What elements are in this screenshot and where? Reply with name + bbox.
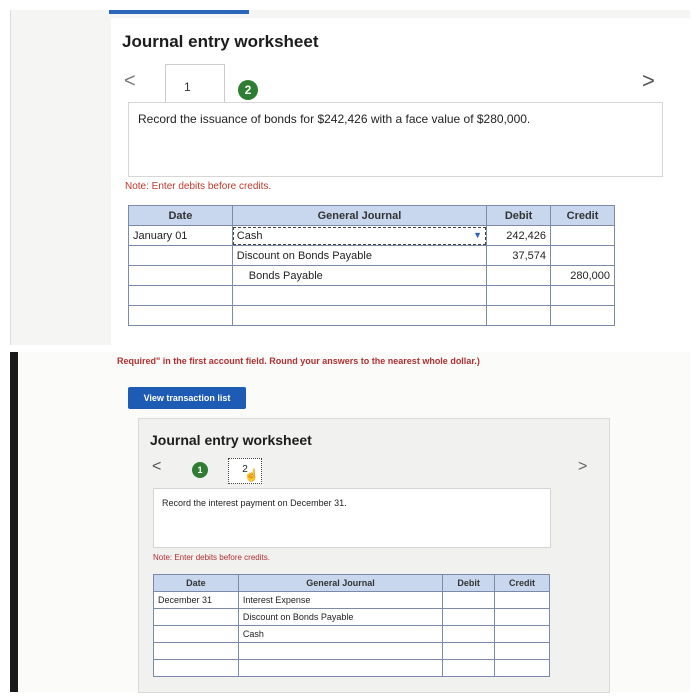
journal-table: Date General Journal Debit Credit Januar…: [128, 205, 615, 326]
account-select[interactable]: [231, 305, 488, 326]
top-accent-bar: [109, 10, 249, 14]
date-cell[interactable]: [128, 265, 233, 286]
header-debit: Debit: [442, 574, 496, 592]
date-cell[interactable]: December 31: [153, 591, 239, 609]
date-cell[interactable]: [153, 625, 239, 643]
instruction-text-2: Record the interest payment on December …: [162, 498, 347, 508]
tab-1-completed[interactable]: 1: [192, 462, 208, 478]
table-row: Discount on Bonds Payable: [153, 608, 550, 626]
date-cell[interactable]: [153, 642, 239, 660]
credit-field[interactable]: [494, 659, 550, 677]
view-transaction-list-button[interactable]: View transaction list: [128, 387, 246, 409]
journal-table-2: Date General Journal Debit Credit Decemb…: [153, 574, 550, 677]
chevron-right-icon[interactable]: >: [578, 458, 587, 476]
chevron-left-icon[interactable]: <: [124, 70, 136, 93]
entry-note-2: Note: Enter debits before credits.: [153, 553, 270, 562]
entry-note: Note: Enter debits before credits.: [125, 181, 272, 192]
header-date: Date: [128, 205, 233, 226]
header-credit: Credit: [550, 205, 615, 226]
header-general-journal: General Journal: [237, 574, 444, 592]
date-cell[interactable]: January 01: [128, 225, 233, 246]
header-date: Date: [153, 574, 239, 592]
debit-field[interactable]: [442, 642, 496, 660]
header-credit: Credit: [494, 574, 550, 592]
account-select[interactable]: Discount on Bonds Payable: [231, 245, 488, 266]
dropdown-arrow-icon[interactable]: ▼: [473, 230, 482, 240]
account-select[interactable]: Cash ▼: [231, 225, 488, 246]
debit-field[interactable]: [486, 305, 552, 326]
header-general-journal: General Journal: [231, 205, 488, 226]
credit-field[interactable]: 280,000: [550, 265, 615, 286]
debit-field[interactable]: [486, 265, 552, 286]
table-row: Bonds Payable 280,000: [128, 265, 615, 286]
account-select[interactable]: Cash: [237, 625, 444, 643]
date-cell[interactable]: [128, 245, 233, 266]
account-select[interactable]: Interest Expense: [237, 591, 444, 609]
chevron-left-icon[interactable]: <: [152, 458, 161, 476]
debit-field[interactable]: [486, 285, 552, 306]
credit-field[interactable]: [494, 591, 550, 609]
table-row: [153, 642, 550, 660]
table-row: December 31 Interest Expense: [153, 591, 550, 609]
table-row: [128, 305, 615, 326]
instruction-text: Record the issuance of bonds for $242,42…: [138, 112, 531, 126]
date-cell[interactable]: [153, 659, 239, 677]
credit-field[interactable]: [550, 305, 615, 326]
debit-field[interactable]: 37,574: [486, 245, 552, 266]
tab-1[interactable]: 1: [184, 80, 191, 94]
credit-field[interactable]: [494, 625, 550, 643]
account-select[interactable]: [231, 285, 488, 306]
instruction-box-2: [153, 488, 551, 548]
account-select[interactable]: Discount on Bonds Payable: [237, 608, 444, 626]
table-header-row: Date General Journal Debit Credit: [128, 205, 615, 226]
account-select[interactable]: [237, 659, 444, 677]
required-note: Required" in the first account field. Ro…: [117, 356, 480, 366]
debit-field[interactable]: [442, 625, 496, 643]
debit-field[interactable]: 242,426: [486, 225, 552, 246]
chevron-right-icon[interactable]: >: [642, 68, 655, 94]
credit-field[interactable]: [494, 642, 550, 660]
table-row: [153, 659, 550, 677]
table-row: Cash: [153, 625, 550, 643]
account-select[interactable]: Bonds Payable: [231, 265, 488, 286]
table-row: Discount on Bonds Payable 37,574: [128, 245, 615, 266]
credit-field[interactable]: [494, 608, 550, 626]
credit-field[interactable]: [550, 285, 615, 306]
account-value: Cash: [236, 229, 263, 242]
credit-field[interactable]: [550, 225, 615, 246]
date-cell[interactable]: [128, 305, 233, 326]
debit-field[interactable]: [442, 591, 496, 609]
pointer-hand-icon: ☝: [244, 468, 259, 482]
table-header-row: Date General Journal Debit Credit: [153, 574, 550, 592]
date-cell[interactable]: [153, 608, 239, 626]
header-debit: Debit: [486, 205, 552, 226]
worksheet-title: Journal entry worksheet: [122, 32, 319, 51]
table-row: January 01 Cash ▼ 242,426: [128, 225, 615, 246]
table-row: [128, 285, 615, 306]
debit-field[interactable]: [442, 608, 496, 626]
debit-field[interactable]: [442, 659, 496, 677]
credit-field[interactable]: [550, 245, 615, 266]
account-select[interactable]: [237, 642, 444, 660]
worksheet-title-2: Journal entry worksheet: [150, 432, 312, 448]
date-cell[interactable]: [128, 285, 233, 306]
tab-2-completed[interactable]: 2: [238, 80, 258, 100]
